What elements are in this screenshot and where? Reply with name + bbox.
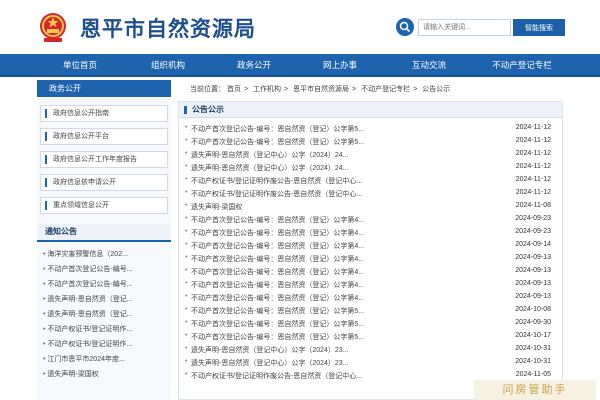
nav-item-organization[interactable]: 组织机构 — [128, 54, 208, 77]
sidebar-notice-item[interactable]: • 遗失声明-梁国权 — [43, 369, 167, 379]
table-row[interactable]: • 不动产首次登记公告-编号：恩自然资（登记）公字第5... 2024-11-12 — [185, 124, 560, 137]
table-row[interactable]: • 不动产首次登记公告-编号：恩自然资（登记）公字第5... 2024-10-17 — [185, 332, 560, 345]
sidebar-link-guide[interactable]: 政府信息公开指南 — [40, 105, 168, 122]
breadcrumb-label: 当前位置： — [190, 86, 225, 93]
search-input[interactable] — [418, 19, 511, 36]
table-row[interactable]: • 遗失声明-恩自然资（登记中心）公字（2024）23... 2024-10-31 — [185, 345, 560, 358]
breadcrumb-separator: > — [413, 86, 418, 93]
breadcrumb-separator: > — [243, 86, 249, 93]
sidebar-notice-item[interactable]: • 不动产首次登记公告-编号... — [43, 279, 167, 289]
table-row[interactable]: • 不动产首次登记公告-编号：恩自然资（登记）公字第4... 2024-09-23 — [185, 215, 560, 228]
table-row[interactable]: • 遗失声明-恩自然资（登记中心）公字（2024）24... 2024-11-12 — [185, 163, 560, 176]
watermark-badge: 问房管助手 — [474, 380, 596, 400]
table-row[interactable]: • 遗失声明-恩自然资（登记中心）公字（2024）23... 2024-10-31 — [185, 358, 560, 371]
table-row[interactable]: • 不动产权证书/登记证明作废公告-恩自然资（登记中心... 2024-11-12 — [185, 189, 560, 202]
table-row[interactable]: • 遗失声明-梁国权 2024-11-08 — [185, 202, 560, 215]
breadcrumb: 当前位置： 首页 > 工作机构 > 恩平市自然资源局 > 不动产登记专栏 > 公告公示 — [190, 84, 450, 94]
table-row[interactable]: • 不动产首次登记公告-编号：恩自然资（登记）公字第4... 2024-09-14 — [185, 241, 560, 254]
breadcrumb-item-announcements[interactable]: 公告公示 — [422, 86, 450, 93]
breadcrumb-separator: > — [284, 86, 289, 93]
breadcrumb-item-agency[interactable]: 工作机构 — [253, 86, 281, 93]
nav-item-real-estate[interactable]: 不动产登记专栏 — [477, 54, 567, 77]
announcement-panel: 公告公示 • 不动产首次登记公告-编号：恩自然资（登记）公字第5... 2024-1… — [178, 101, 563, 400]
breadcrumb-separator: > — [352, 86, 357, 93]
sidebar-notice-item[interactable]: • 江门市恩平市2024年度... — [43, 354, 167, 364]
announcement-panel-title: 公告公示 — [179, 102, 562, 118]
magnifier-icon[interactable] — [396, 18, 414, 36]
sidebar-link-application[interactable]: 政府信息依申请公开 — [40, 174, 168, 191]
sidebar-notice-item[interactable]: • 不动产权证书/登记证明作... — [43, 324, 167, 334]
table-row[interactable]: • 不动产首次登记公告-编号：恩自然资（登记）公字第5... 2024-10-08 — [185, 306, 560, 319]
search-button[interactable]: 智能搜索 — [513, 19, 565, 36]
table-row[interactable]: • 不动产权证书/登记证明作废公告-恩自然资（登记中心... 2024-11-12 — [185, 176, 560, 189]
sidebar-link-platform[interactable]: 政府信息公开平台 — [40, 128, 168, 145]
table-row[interactable]: • 不动产首次登记公告-编号：恩自然资（登记）公字第4... 2024-09-13 — [185, 293, 560, 306]
nav-item-online-service[interactable]: 网上办事 — [300, 54, 380, 77]
nav-item-interaction[interactable]: 互动交流 — [389, 54, 469, 77]
breadcrumb-item-real-estate[interactable]: 不动产登记专栏 — [361, 86, 410, 93]
sidebar-link-annual-report[interactable]: 政府信息公开工作年度报告 — [40, 151, 168, 168]
table-row[interactable]: • 不动产首次登记公告-编号：恩自然资（登记）公字第4... 2024-09-13 — [185, 280, 560, 293]
sidebar-notice-item[interactable]: • 不动产权证书/登记证明作... — [43, 339, 167, 349]
sidebar-notice-item[interactable]: • 遗失声明-恩自然资（登记... — [43, 309, 167, 319]
sidebar-notice-item[interactable]: • 不动产首次登记公告-编号... — [43, 264, 167, 274]
sidebar-notice-item[interactable]: • 海洋灾害预警信息（202... — [43, 249, 167, 259]
notice-title: 通知公告 — [37, 224, 171, 242]
table-row[interactable]: • 不动产首次登记公告-编号：恩自然资（登记）公字第4... 2024-09-13 — [185, 267, 560, 280]
site-header: 恩平市自然资源局 智能搜索 — [0, 0, 600, 54]
sidebar-section-title: 政务公开 — [37, 80, 171, 97]
national-emblem-icon — [40, 13, 66, 42]
breadcrumb-item-bureau[interactable]: 恩平市自然资源局 — [293, 86, 349, 93]
main-nav: 单位首页 组织机构 政务公开 网上办事 互动交流 不动产登记专栏 — [0, 54, 600, 77]
table-row[interactable]: • 不动产首次登记公告-编号：恩自然资（登记）公字第5... 2024-11-12 — [185, 137, 560, 150]
table-row[interactable]: • 不动产首次登记公告-编号：恩自然资（登记）公字第4... 2024-09-13 — [185, 254, 560, 267]
nav-item-gov-affairs[interactable]: 政务公开 — [214, 54, 294, 77]
sidebar: 政务公开 政府信息公开指南 政府信息公开平台 政府信息公开工作年度报告 政府信息… — [37, 80, 171, 400]
table-row[interactable]: • 不动产首次登记公告-编号：恩自然资（登记）公字第5... 2024-09-30 — [185, 319, 560, 332]
sidebar-link-key-areas[interactable]: 重点领域信息公开 — [40, 197, 168, 214]
table-row[interactable]: • 遗失声明-恩自然资（登记中心）公字（2024）24... 2024-11-12 — [185, 150, 560, 163]
site-title: 恩平市自然资源局 — [80, 18, 256, 41]
table-row[interactable]: • 不动产首次登记公告-编号：恩自然资（登记）公字第4... 2024-09-23 — [185, 228, 560, 241]
sidebar-notice-item[interactable]: • 遗失声明-恩自然资（登记... — [43, 294, 167, 304]
nav-item-home[interactable]: 单位首页 — [40, 54, 120, 77]
breadcrumb-item-home[interactable]: 首页 — [227, 86, 241, 93]
